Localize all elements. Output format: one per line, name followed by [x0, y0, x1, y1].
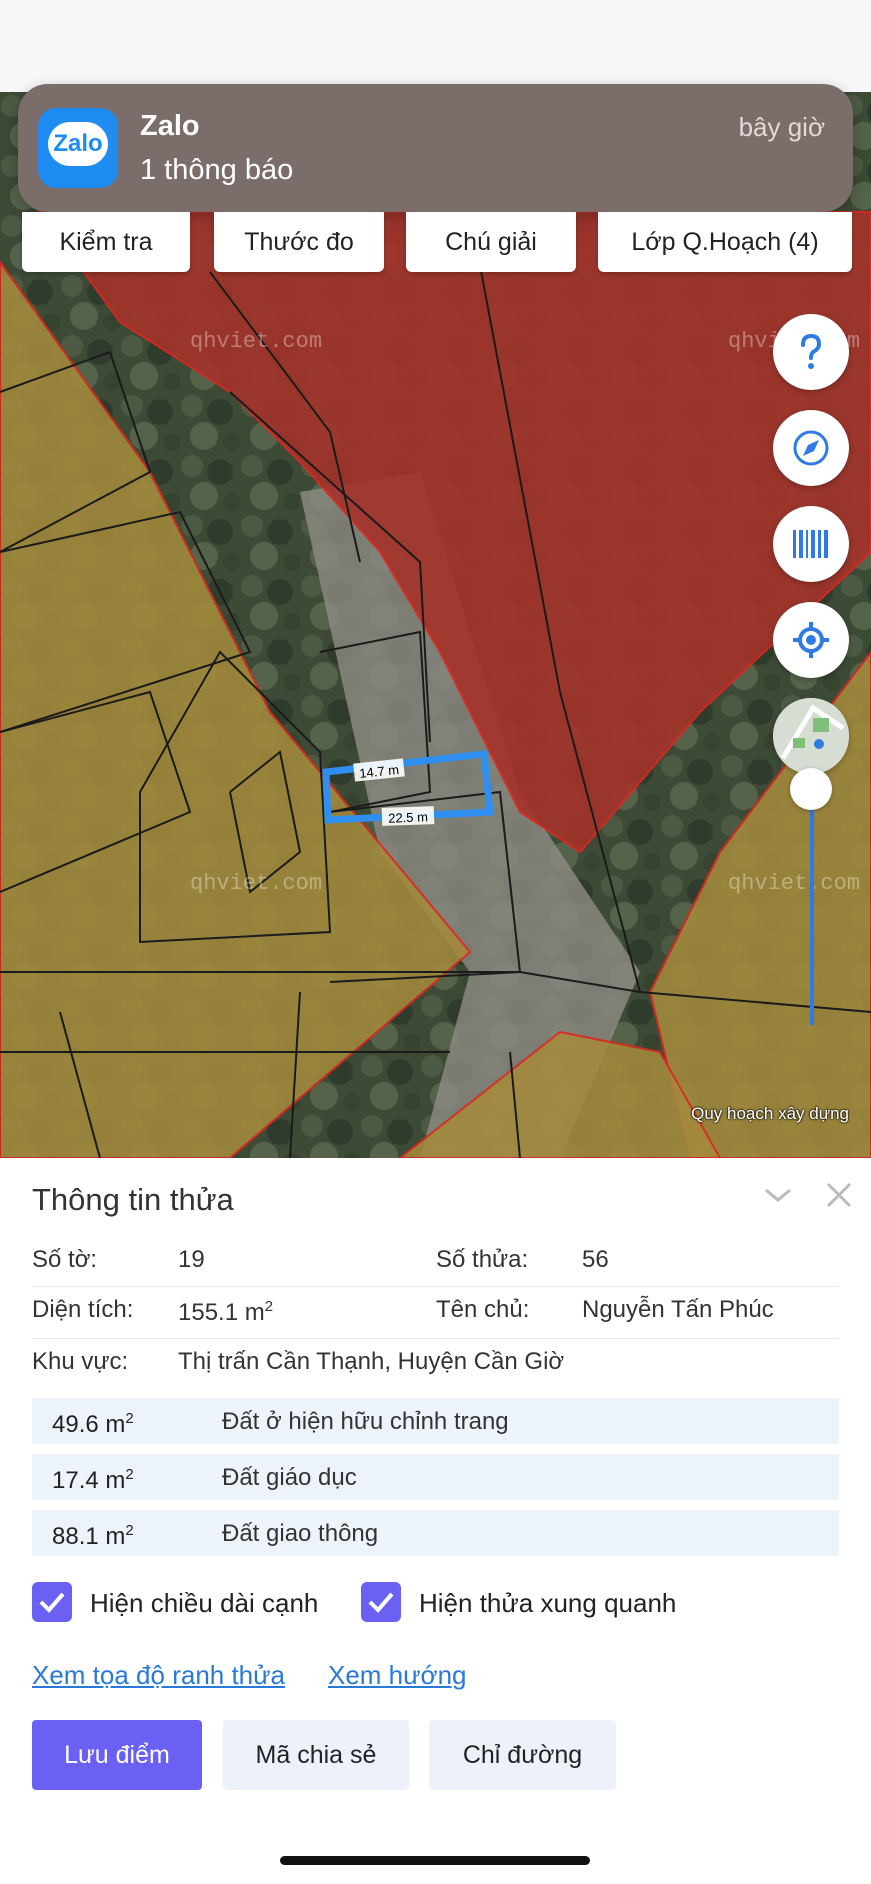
help-icon	[801, 333, 822, 369]
close-icon[interactable]	[822, 1178, 856, 1212]
land-use-area: 88.1 m2	[52, 1522, 134, 1550]
dien-tich-label: Diện tích:	[32, 1296, 134, 1323]
compass-button[interactable]	[773, 410, 849, 486]
zalo-icon-text: Zalo	[53, 130, 103, 157]
so-thua-value: 56	[582, 1246, 609, 1273]
so-to-label: Số tờ:	[32, 1246, 98, 1273]
minimap-button[interactable]	[773, 698, 849, 774]
tab-thuoc-do[interactable]: Thước đo	[214, 212, 384, 272]
zalo-app-icon: Zalo	[38, 108, 118, 188]
show-neighbor-parcels-checkbox[interactable]	[361, 1582, 401, 1622]
land-use-type: Đất giao thông	[222, 1520, 379, 1547]
status-bar	[0, 0, 871, 92]
locate-icon	[793, 622, 829, 658]
notification-banner[interactable]: Zalo Zalo 1 thông báo bây giờ	[18, 84, 853, 212]
edge-label-bottom: 22.5 m	[381, 806, 435, 826]
notification-message: 1 thông báo	[140, 154, 294, 186]
map-attribution: Quy hoạch xây dựng	[691, 1104, 849, 1123]
notification-time: bây giờ	[738, 112, 825, 142]
svg-text:22.5 m: 22.5 m	[388, 809, 428, 825]
show-edge-length-label[interactable]: Hiện chiều dài cạnh	[90, 1588, 318, 1619]
land-use-type: Đất ở hiện hữu chỉnh trang	[222, 1408, 509, 1435]
barcode-icon	[793, 530, 828, 558]
view-direction-link[interactable]: Xem hướng	[328, 1660, 467, 1691]
so-to-value: 19	[178, 1246, 205, 1273]
locate-button[interactable]	[773, 602, 849, 678]
divider	[32, 1286, 839, 1287]
watermark: qhviet.com	[728, 871, 860, 896]
tab-chu-giai[interactable]: Chú giải	[406, 212, 576, 272]
panel-title: Thông tin thửa	[32, 1182, 234, 1217]
compass-icon	[793, 430, 829, 466]
collapse-chevron-icon[interactable]	[760, 1180, 796, 1210]
land-use-row: 49.6 m2 Đất ở hiện hữu chỉnh trang	[32, 1398, 839, 1444]
home-indicator[interactable]	[280, 1856, 590, 1865]
help-button[interactable]	[773, 314, 849, 390]
land-use-row: 17.4 m2 Đất giáo dục	[32, 1454, 839, 1500]
barcode-button[interactable]	[773, 506, 849, 582]
ten-chu-label: Tên chủ:	[436, 1296, 530, 1323]
land-use-type: Đất giáo dục	[222, 1464, 357, 1491]
khu-vuc-value: Thị trấn Cần Thạnh, Huyện Cần Giờ	[178, 1348, 565, 1375]
map-tabs: Kiểm tra Thước đo Chú giải Lớp Q.Hoạch (…	[22, 212, 852, 272]
tab-kiem-tra[interactable]: Kiểm tra	[22, 212, 190, 272]
minimap-icon	[773, 698, 849, 774]
khu-vuc-label: Khu vực:	[32, 1348, 129, 1375]
watermark: qhviet.com	[190, 871, 322, 896]
checkmark-icon	[39, 1592, 65, 1613]
land-use-row: 88.1 m2 Đất giao thông	[32, 1510, 839, 1556]
zoom-slider-thumb[interactable]	[790, 768, 832, 810]
land-use-area: 17.4 m2	[52, 1466, 134, 1494]
tab-lop-quy-hoach[interactable]: Lớp Q.Hoạch (4)	[598, 212, 852, 272]
show-neighbor-parcels-label[interactable]: Hiện thửa xung quanh	[419, 1588, 676, 1619]
land-use-area: 49.6 m2	[52, 1410, 134, 1438]
zoom-slider-track[interactable]	[810, 790, 814, 1025]
show-edge-length-checkbox[interactable]	[32, 1582, 72, 1622]
so-thua-label: Số thửa:	[436, 1246, 529, 1273]
share-code-button[interactable]: Mã chia sẻ	[223, 1720, 409, 1790]
divider	[32, 1338, 839, 1339]
directions-button[interactable]: Chỉ đường	[429, 1720, 616, 1790]
checkmark-icon	[368, 1592, 394, 1613]
view-boundary-coords-link[interactable]: Xem tọa độ ranh thửa	[32, 1660, 285, 1691]
save-point-button[interactable]: Lưu điểm	[32, 1720, 202, 1790]
watermark: qhviet.com	[190, 329, 322, 354]
notification-app-name: Zalo	[140, 110, 200, 142]
ten-chu-value: Nguyễn Tấn Phúc	[582, 1296, 774, 1323]
dien-tich-value: 155.1 m2	[178, 1298, 274, 1326]
